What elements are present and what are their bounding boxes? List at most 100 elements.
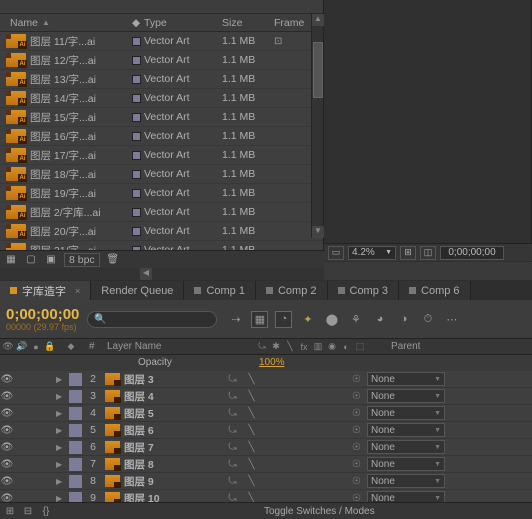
project-item-row[interactable]: Ai图层 20/字...aiVector Art1.1 MB [0, 222, 323, 241]
quality-switch[interactable]: ╲ [245, 373, 258, 385]
project-item-list[interactable]: Ai图层 11/字...aiVector Art1.1 MB⊡Ai图层 12/字… [0, 32, 323, 256]
label-swatch[interactable] [69, 407, 82, 420]
visibility-toggle[interactable]: 👁 [0, 459, 14, 470]
col-header-frame[interactable]: Frame [274, 17, 308, 29]
item-tag[interactable] [128, 75, 144, 84]
viewer-timecode[interactable]: 0;00;00;00 [440, 246, 504, 260]
motion-blur-icon[interactable]: ⬤ [323, 311, 340, 328]
timeline-layer-row[interactable]: 👁▶5图层 6⤿╲☉None▼ [0, 422, 532, 439]
col-header-tag[interactable]: ◆ [128, 17, 144, 29]
lock-col-icon[interactable]: 🔒 [44, 341, 56, 353]
item-tag[interactable] [128, 189, 144, 198]
layer-name[interactable]: 图层 7 [124, 440, 220, 455]
pickwhip-icon[interactable]: ☉ [350, 458, 363, 471]
parent-dropdown[interactable]: None▼ [367, 457, 445, 471]
twirl-icon[interactable]: ▶ [56, 477, 66, 486]
tab-comp-6[interactable]: Comp 6 [399, 281, 471, 300]
collapse-sw-icon[interactable]: ✱ [270, 341, 282, 353]
pickwhip-icon[interactable]: ☉ [350, 475, 363, 488]
project-item-row[interactable]: Ai图层 12/字...aiVector Art1.1 MB [0, 51, 323, 70]
visibility-toggle[interactable]: 👁 [0, 374, 14, 385]
shy-switch[interactable]: ⤿ [226, 441, 239, 453]
timeline-layer-row[interactable]: 👁▶3图层 4⤿╲☉None▼ [0, 388, 532, 405]
adjust-sw-icon[interactable]: ◐ [340, 341, 352, 353]
brainstorm-icon[interactable]: ⚘ [347, 311, 364, 328]
col-header-layername[interactable]: Layer Name [104, 341, 254, 352]
interpret-footage-icon[interactable]: ▦ [4, 253, 18, 267]
visibility-toggle[interactable]: 👁 [0, 476, 14, 487]
project-item-row[interactable]: Ai图层 19/字...aiVector Art1.1 MB [0, 184, 323, 203]
parent-dropdown[interactable]: None▼ [367, 423, 445, 437]
fx-sw-icon[interactable]: fx [298, 341, 310, 353]
shy-icon[interactable]: ◔ [275, 311, 292, 328]
item-tag[interactable] [128, 170, 144, 179]
item-tag[interactable] [128, 227, 144, 236]
opacity-value[interactable]: 100% [259, 357, 285, 368]
zoom-dropdown[interactable]: 4.2%▼ [348, 246, 396, 260]
scroll-left-arrow-icon[interactable]: ◀ [140, 268, 152, 280]
timeline-layer-row[interactable]: 👁▶6图层 7⤿╲☉None▼ [0, 439, 532, 456]
audio-col-icon[interactable]: 🔊 [16, 341, 28, 353]
frame-blend-icon[interactable]: ✦ [299, 311, 316, 328]
layer-name[interactable]: 图层 9 [124, 474, 220, 489]
parent-dropdown[interactable]: None▼ [367, 389, 445, 403]
solo-col-icon[interactable]: ● [30, 341, 42, 353]
visibility-toggle[interactable]: 👁 [0, 408, 14, 419]
visibility-toggle[interactable]: 👁 [0, 391, 14, 402]
mask-icon[interactable]: ◫ [420, 246, 436, 260]
shy-switch[interactable]: ⤿ [226, 373, 239, 385]
layer-name[interactable]: 图层 4 [124, 389, 220, 404]
more-options-icon[interactable]: ⋯ [443, 311, 460, 328]
item-tag[interactable] [128, 113, 144, 122]
project-item-row[interactable]: Ai图层 11/字...aiVector Art1.1 MB⊡ [0, 32, 323, 51]
scroll-thumb[interactable] [313, 42, 323, 98]
shy-sw-icon[interactable]: ⤿ [256, 341, 268, 353]
draft-3d-icon[interactable]: ▦ [251, 311, 268, 328]
tab-comp-1[interactable]: Comp 1 [184, 281, 256, 300]
brackets-icon[interactable]: {} [38, 504, 54, 518]
comp-mini-flowchart-icon[interactable]: ⇢ [227, 311, 244, 328]
layer-name[interactable]: 图层 6 [124, 423, 220, 438]
quality-switch[interactable]: ╲ [245, 458, 258, 470]
video-col-icon[interactable]: 👁 [2, 341, 14, 353]
col-header-size[interactable]: Size [222, 17, 274, 29]
grid-icon[interactable]: ⊞ [400, 246, 416, 260]
tab-render-queue[interactable]: Render Queue [91, 281, 184, 300]
twirl-icon[interactable]: ▶ [56, 426, 66, 435]
label-col-icon[interactable]: ◆ [65, 341, 77, 353]
item-tag[interactable] [128, 94, 144, 103]
label-swatch[interactable] [69, 458, 82, 471]
shy-switch[interactable]: ⤿ [226, 424, 239, 436]
label-swatch[interactable] [69, 373, 82, 386]
timeline-search-input[interactable]: 🔍 [87, 311, 217, 328]
current-timecode[interactable]: 0;00;00;00 [0, 307, 79, 322]
parent-dropdown[interactable]: None▼ [367, 406, 445, 420]
stopwatch-icon[interactable]: ⏱ [419, 311, 436, 328]
motionblur-sw-icon[interactable]: ◉ [326, 341, 338, 353]
expand-icon[interactable]: ⊟ [20, 504, 36, 518]
parent-dropdown[interactable]: None▼ [367, 474, 445, 488]
layer-name[interactable]: 图层 8 [124, 457, 220, 472]
col-header-type[interactable]: Type [144, 17, 222, 29]
tab-comp-3[interactable]: Comp 3 [328, 281, 400, 300]
pickwhip-icon[interactable]: ☉ [350, 424, 363, 437]
item-tag[interactable] [128, 132, 144, 141]
timeline-layer-row[interactable]: 👁▶4图层 5⤿╲☉None▼ [0, 405, 532, 422]
col-header-name[interactable]: Name▲ [6, 17, 128, 29]
toggle-switches-icon[interactable]: ⊞ [2, 504, 18, 518]
project-item-row[interactable]: Ai图层 2/字库...aiVector Art1.1 MB [0, 203, 323, 222]
timeline-layer-row[interactable]: 👁▶7图层 8⤿╲☉None▼ [0, 456, 532, 473]
project-item-row[interactable]: Ai图层 15/字...aiVector Art1.1 MB [0, 108, 323, 127]
col-header-num[interactable]: # [86, 341, 104, 352]
composition-viewer[interactable] [324, 0, 532, 262]
layer-name[interactable]: 图层 3 [124, 372, 220, 387]
pickwhip-icon[interactable]: ☉ [350, 390, 363, 403]
quality-switch[interactable]: ╲ [245, 390, 258, 402]
bit-depth-toggle[interactable]: 8 bpc [64, 253, 100, 267]
quality-sw-icon[interactable]: ╲ [284, 341, 296, 353]
quality-switch[interactable]: ╲ [245, 475, 258, 487]
label-swatch[interactable] [69, 424, 82, 437]
pickwhip-icon[interactable]: ☉ [350, 373, 363, 386]
pickwhip-icon[interactable]: ☉ [350, 441, 363, 454]
auto-keyframe-icon[interactable]: ◕ [371, 311, 388, 328]
